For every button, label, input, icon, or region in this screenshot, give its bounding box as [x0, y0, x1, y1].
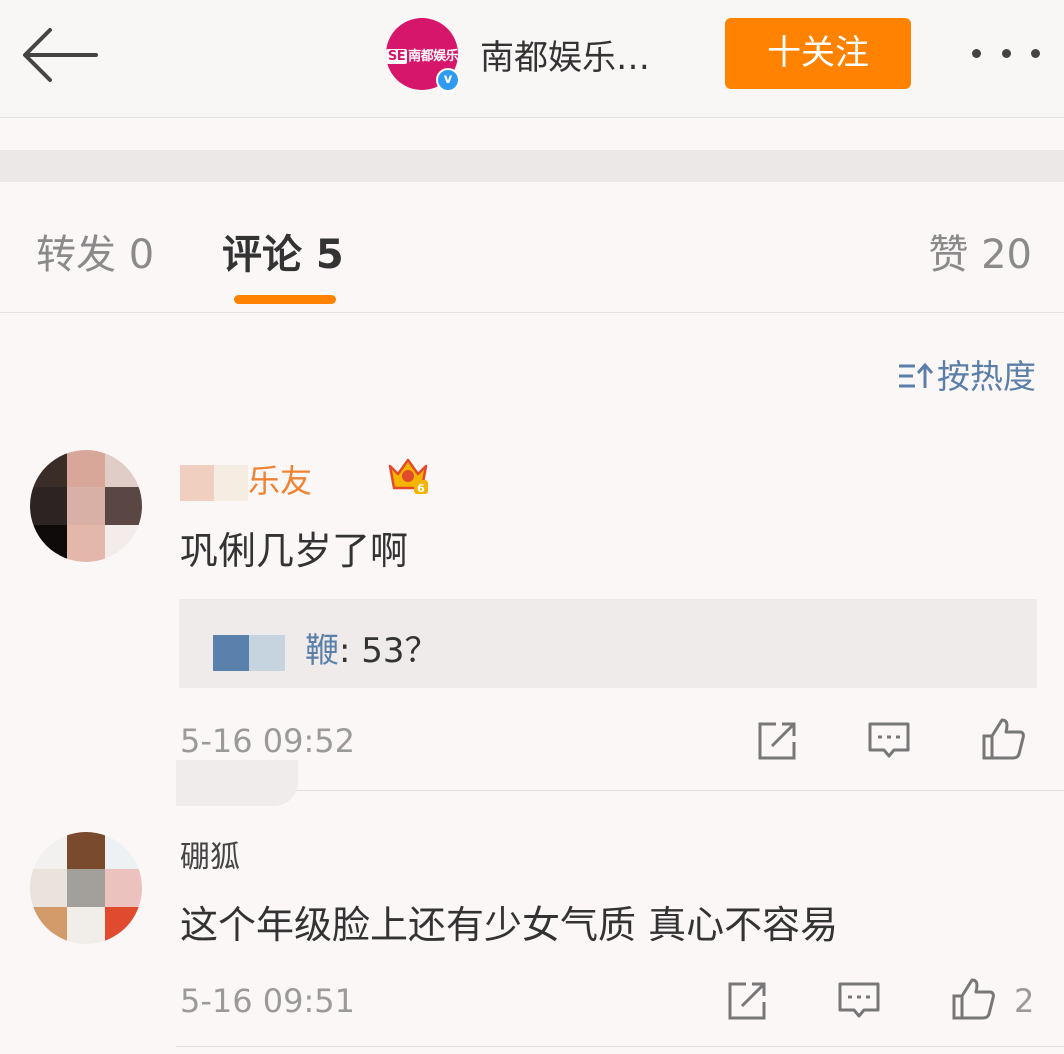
tab-likes[interactable]: 赞 20 [928, 222, 1032, 280]
sort-icon [897, 361, 934, 395]
section-separator [0, 150, 1064, 182]
sort-label: 按热度 [937, 357, 1036, 396]
comment-icon[interactable] [866, 718, 912, 764]
comment-divider [176, 1046, 1064, 1047]
tab-bar: 转发 0 评论 5 赞 20 [0, 182, 1064, 313]
comment-icon[interactable] [836, 978, 882, 1024]
reply-text: : 53？ [339, 631, 439, 671]
verified-badge-icon: v [436, 68, 460, 92]
tab-repost[interactable]: 转发 0 [36, 222, 154, 280]
crown-level-6-icon: 6 [386, 452, 430, 496]
active-tab-indicator [234, 295, 336, 304]
tab-comments[interactable]: 评论 5 [222, 222, 344, 280]
like-count: 2 [1014, 982, 1035, 1020]
back-arrow-icon[interactable] [18, 20, 98, 90]
account-avatar[interactable]: SE 南都娱乐 v [386, 18, 460, 92]
svg-text:6: 6 [417, 482, 425, 495]
reply-preview[interactable]: 鞭: 53？ [179, 599, 1037, 688]
comment-divider [176, 790, 1064, 791]
comment-text: 这个年级脸上还有少女气质 真心不容易 [180, 903, 839, 947]
comment-username[interactable]: 硼狐 [180, 832, 240, 876]
top-bar: SE 南都娱乐 v 南都娱乐… 十关注 [0, 0, 1064, 118]
more-dots-icon[interactable] [968, 30, 1044, 76]
repost-icon[interactable] [754, 718, 800, 764]
sort-by-hot-button[interactable]: 按热度 [897, 350, 1036, 398]
comment-text: 巩俐几岁了啊 [180, 529, 409, 573]
avatar[interactable] [30, 832, 142, 944]
like-icon[interactable] [980, 716, 1026, 762]
like-icon[interactable] [950, 976, 996, 1022]
avatar[interactable] [30, 450, 142, 562]
comment-username[interactable]: 乐友 [180, 456, 312, 502]
reply-author[interactable]: 鞭 [305, 631, 339, 671]
comment-timestamp: 5-16 09:51 [180, 982, 356, 1020]
comment-timestamp: 5-16 09:52 [180, 722, 356, 760]
follow-button[interactable]: 十关注 [725, 18, 911, 89]
account-name[interactable]: 南都娱乐… [480, 30, 650, 79]
repost-icon[interactable] [724, 978, 770, 1024]
redacted-block [176, 760, 298, 806]
